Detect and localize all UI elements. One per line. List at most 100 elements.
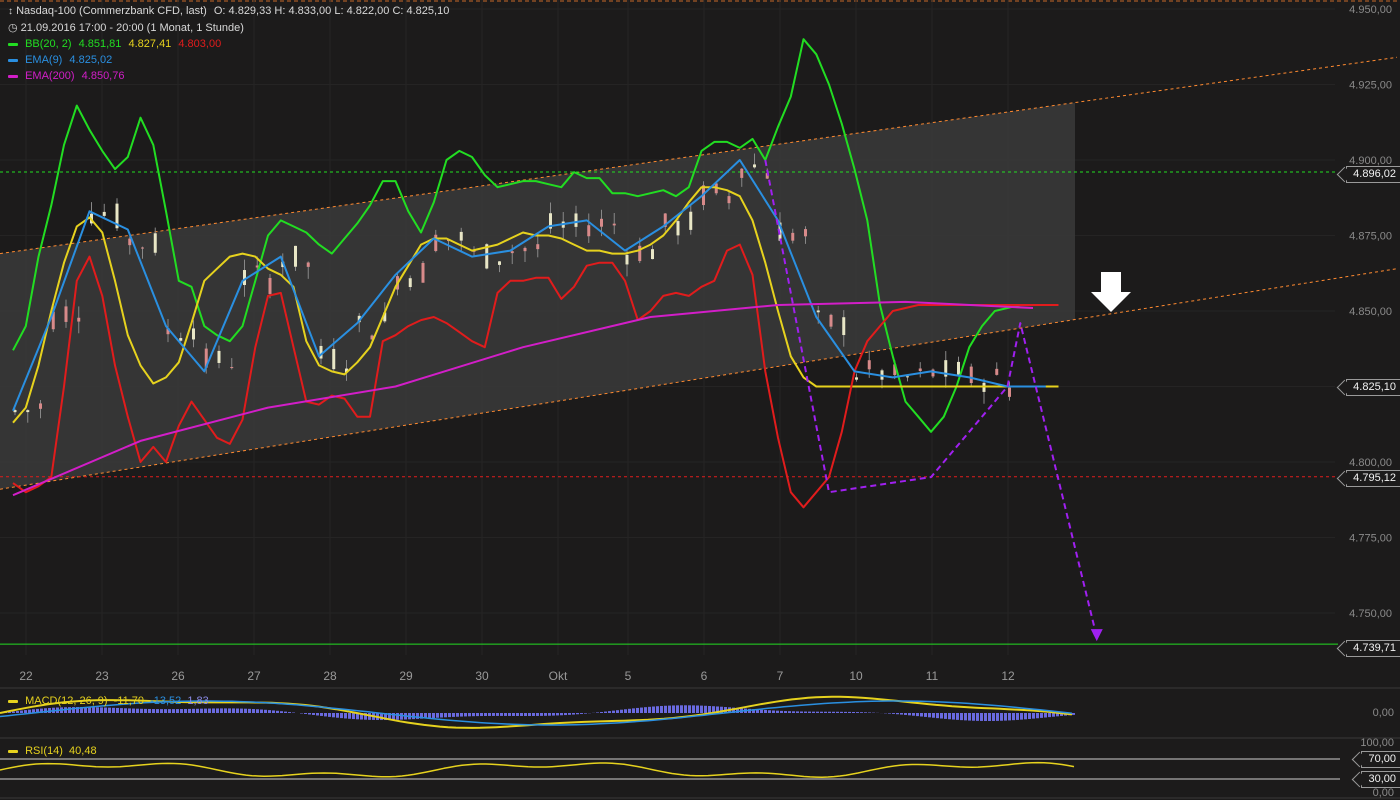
candle-body xyxy=(651,249,654,260)
candle-body xyxy=(192,328,195,340)
macd-histogram-bar xyxy=(144,708,147,713)
macd-histogram-bar xyxy=(788,711,791,713)
macd-histogram-bar xyxy=(140,708,143,713)
macd-value-3: 1,83 xyxy=(187,695,209,707)
macd-histogram-bar xyxy=(704,705,707,713)
macd-histogram-bar xyxy=(812,711,815,713)
macd-histogram-bar xyxy=(968,713,971,721)
macd-histogram-bar xyxy=(108,707,111,713)
macd-histogram-bar xyxy=(924,713,927,717)
y-tick-label: 4.775,00 xyxy=(1349,533,1392,545)
clock-icon: ◷ xyxy=(8,22,18,34)
macd-histogram-bar xyxy=(256,709,259,713)
candle-body xyxy=(855,377,858,380)
macd-histogram-bar xyxy=(800,711,803,713)
macd-histogram-bar xyxy=(688,705,691,713)
macd-histogram-bar xyxy=(68,707,71,713)
macd-histogram-bar xyxy=(696,705,699,713)
macd-histogram-bar xyxy=(284,711,287,713)
macd-histogram-bar xyxy=(112,707,115,713)
macd-histogram-bar xyxy=(1012,713,1015,721)
macd-histogram-bar xyxy=(648,706,651,713)
macd-histogram-bar xyxy=(348,713,351,719)
candle-body xyxy=(906,376,909,378)
x-tick-label: 7 xyxy=(777,669,784,683)
rsi-tick-0: 0,00 xyxy=(1372,787,1394,799)
macd-histogram-bar xyxy=(936,713,939,719)
macd-histogram-bar xyxy=(1044,713,1047,718)
macd-histogram-bar xyxy=(836,711,839,713)
macd-histogram-bar xyxy=(1008,713,1011,721)
macd-histogram-bar xyxy=(20,710,23,713)
macd-histogram-bar xyxy=(248,708,251,713)
macd-histogram-bar xyxy=(164,709,167,713)
macd-histogram-bar xyxy=(456,713,459,717)
rsi-tag-70: 70,00 xyxy=(1361,751,1400,768)
macd-histogram-bar xyxy=(796,711,799,713)
header-symbol-line: ↕ Nasdaq-100 (Commerzbank CFD, last) O: … xyxy=(8,4,449,19)
ema9-value: 4.825,02 xyxy=(69,54,113,66)
macd-histogram-bar xyxy=(508,713,511,716)
projection-arrowhead xyxy=(1090,629,1103,642)
candle-body xyxy=(141,247,144,249)
macd-histogram-bar xyxy=(848,711,851,713)
macd-histogram-bar xyxy=(340,713,343,719)
candle-body xyxy=(498,261,501,265)
macd-histogram-bar xyxy=(1032,713,1035,719)
macd-histogram-bar xyxy=(632,708,635,713)
macd-histogram-bar xyxy=(232,708,235,713)
macd-histogram-bar xyxy=(840,711,843,713)
macd-histogram-bar xyxy=(644,707,647,713)
candle-body xyxy=(867,360,871,370)
candle-body xyxy=(816,310,820,313)
macd-histogram-bar xyxy=(320,713,323,716)
macd-histogram-bar xyxy=(328,713,331,717)
macd-histogram-bar xyxy=(680,705,683,713)
macd-histogram-bar xyxy=(1028,713,1031,719)
candle-body xyxy=(434,234,438,252)
header-period-line: ◷ 21.09.2016 17:00 - 20:00 (1 Monat, 1 S… xyxy=(8,21,244,35)
macd-histogram-bar xyxy=(784,711,787,713)
macd-histogram-bar xyxy=(976,713,979,721)
macd-histogram-bar xyxy=(492,713,495,716)
macd-histogram-bar xyxy=(252,709,255,713)
legend-ema9[interactable]: EMA(9) 4.825,02 xyxy=(8,53,112,67)
rsi-legend[interactable]: RSI(14) 40,48 xyxy=(8,744,97,758)
rsi-line xyxy=(0,761,1075,778)
x-tick-label: Okt xyxy=(549,669,568,683)
macd-histogram-bar xyxy=(580,713,583,714)
candle-body xyxy=(294,245,297,267)
legend-ema200[interactable]: EMA(200) 4.850,76 xyxy=(8,69,124,83)
macd-histogram-bar xyxy=(344,713,347,719)
ema9-swatch-icon xyxy=(8,58,18,62)
macd-histogram-bar xyxy=(128,708,131,713)
candle-body xyxy=(102,211,106,216)
candle-body xyxy=(459,231,463,241)
candle-body xyxy=(268,277,272,294)
candle-body xyxy=(791,232,795,241)
macd-histogram-bar xyxy=(1040,713,1043,718)
candle-body xyxy=(306,262,310,267)
y-tick-label: 4.800,00 xyxy=(1349,457,1392,469)
macd-histogram-bar xyxy=(1004,713,1007,721)
macd-histogram-bar xyxy=(996,713,999,721)
macd-histogram-bar xyxy=(568,713,571,715)
macd-histogram-bar xyxy=(816,711,819,713)
price-tag-support: 4.795,12 xyxy=(1346,470,1400,487)
candle-body xyxy=(957,361,960,375)
macd-histogram-bar xyxy=(240,708,243,713)
macd-histogram-bar xyxy=(700,705,703,713)
macd-histogram-bar xyxy=(136,708,139,713)
macd-histogram-bar xyxy=(576,713,579,715)
x-tick-label: 6 xyxy=(701,669,708,683)
macd-histogram-bar xyxy=(692,705,695,713)
macd-histogram-bar xyxy=(984,713,987,721)
bb-label: BB(20, 2) xyxy=(25,38,72,50)
macd-histogram-bar xyxy=(564,713,567,716)
macd-legend[interactable]: MACD(12, 26, 9) -11,70 -13,52 1,83 xyxy=(8,694,209,708)
candle-body xyxy=(689,211,693,230)
x-tick-label: 11 xyxy=(926,669,939,683)
macd-histogram-bar xyxy=(1072,713,1075,715)
legend-bb[interactable]: BB(20, 2) 4.851,81 4.827,41 4.803,00 xyxy=(8,37,221,51)
macd-histogram-bar xyxy=(852,711,855,713)
